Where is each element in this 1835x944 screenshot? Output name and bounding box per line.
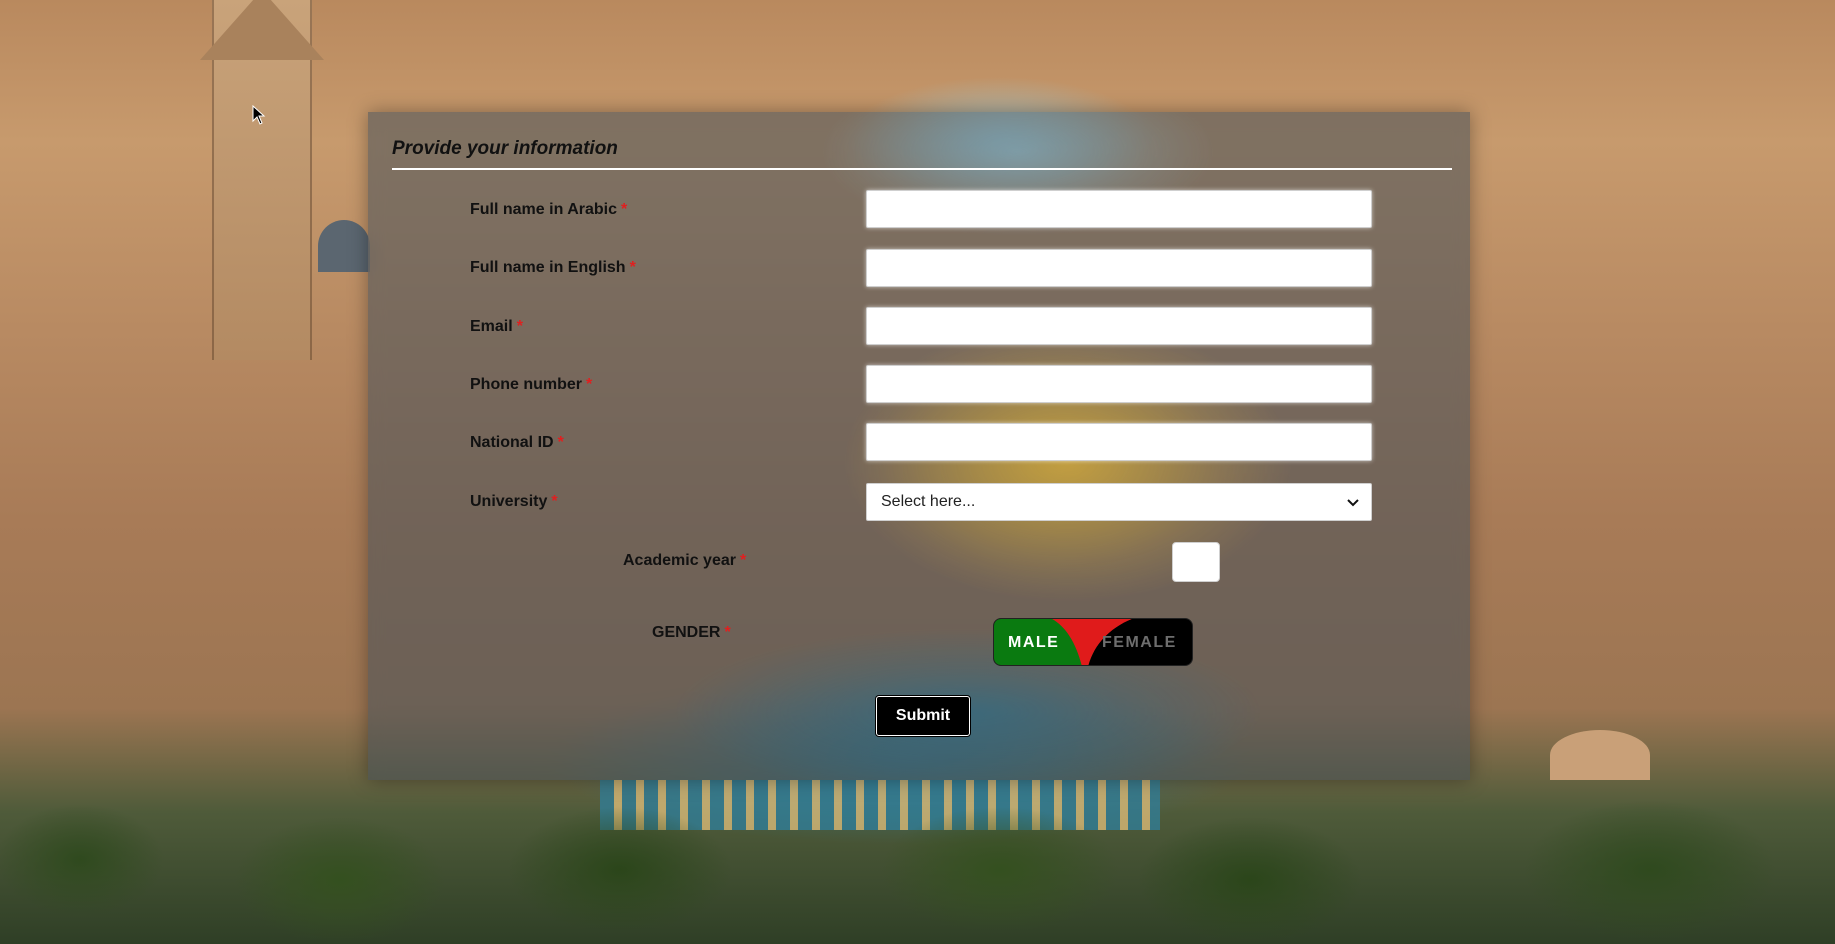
label-text: Full name in Arabic — [470, 201, 617, 218]
label-university: University * — [470, 493, 558, 511]
mouse-pointer-icon — [252, 105, 266, 125]
academic-year-input[interactable] — [1172, 542, 1220, 582]
gender-option-female[interactable]: FEMALE — [1102, 619, 1177, 665]
label-gender: GENDER * — [652, 624, 731, 642]
required-asterisk: * — [621, 201, 628, 218]
label-text: Academic year — [623, 552, 736, 569]
label-national-id: National ID * — [470, 434, 564, 452]
form-legend: Provide your information — [392, 138, 1452, 170]
label-full-name-arabic: Full name in Arabic * — [470, 201, 627, 219]
label-email: Email * — [470, 318, 523, 336]
full-name-arabic-input[interactable] — [866, 190, 1372, 228]
gender-toggle[interactable]: MALE FEMALE — [993, 618, 1193, 666]
national-id-input[interactable] — [866, 423, 1372, 461]
label-text: Full name in English — [470, 259, 626, 276]
university-select[interactable]: Select here... — [866, 483, 1372, 521]
bell-tower — [200, 0, 324, 360]
required-asterisk: * — [739, 552, 747, 569]
required-asterisk: * — [557, 434, 564, 451]
phone-number-input[interactable] — [866, 365, 1372, 403]
gender-option-male[interactable]: MALE — [1008, 619, 1059, 665]
label-full-name-english: Full name in English * — [470, 259, 636, 277]
email-input[interactable] — [866, 307, 1372, 345]
submit-button[interactable]: Submit — [876, 696, 970, 736]
required-asterisk: * — [516, 318, 523, 335]
label-text: National ID — [470, 434, 554, 451]
label-phone-number: Phone number * — [470, 376, 592, 394]
label-academic-year: Academic year * — [623, 552, 746, 570]
required-asterisk: * — [629, 259, 636, 276]
chevron-down-icon — [1347, 499, 1359, 507]
required-asterisk: * — [724, 624, 731, 641]
label-text: Email — [470, 318, 513, 335]
tree-line — [0, 800, 1835, 944]
label-text: GENDER — [652, 624, 721, 641]
university-selected-value: Select here... — [881, 493, 976, 510]
full-name-english-input[interactable] — [866, 249, 1372, 287]
required-asterisk: * — [551, 493, 558, 510]
required-asterisk: * — [586, 376, 593, 393]
label-text: University — [470, 493, 548, 510]
info-form-panel: Provide your information Full name in Ar… — [368, 112, 1470, 780]
label-text: Phone number — [470, 376, 583, 393]
stone-dome — [1550, 730, 1650, 780]
gray-dome — [318, 220, 370, 272]
